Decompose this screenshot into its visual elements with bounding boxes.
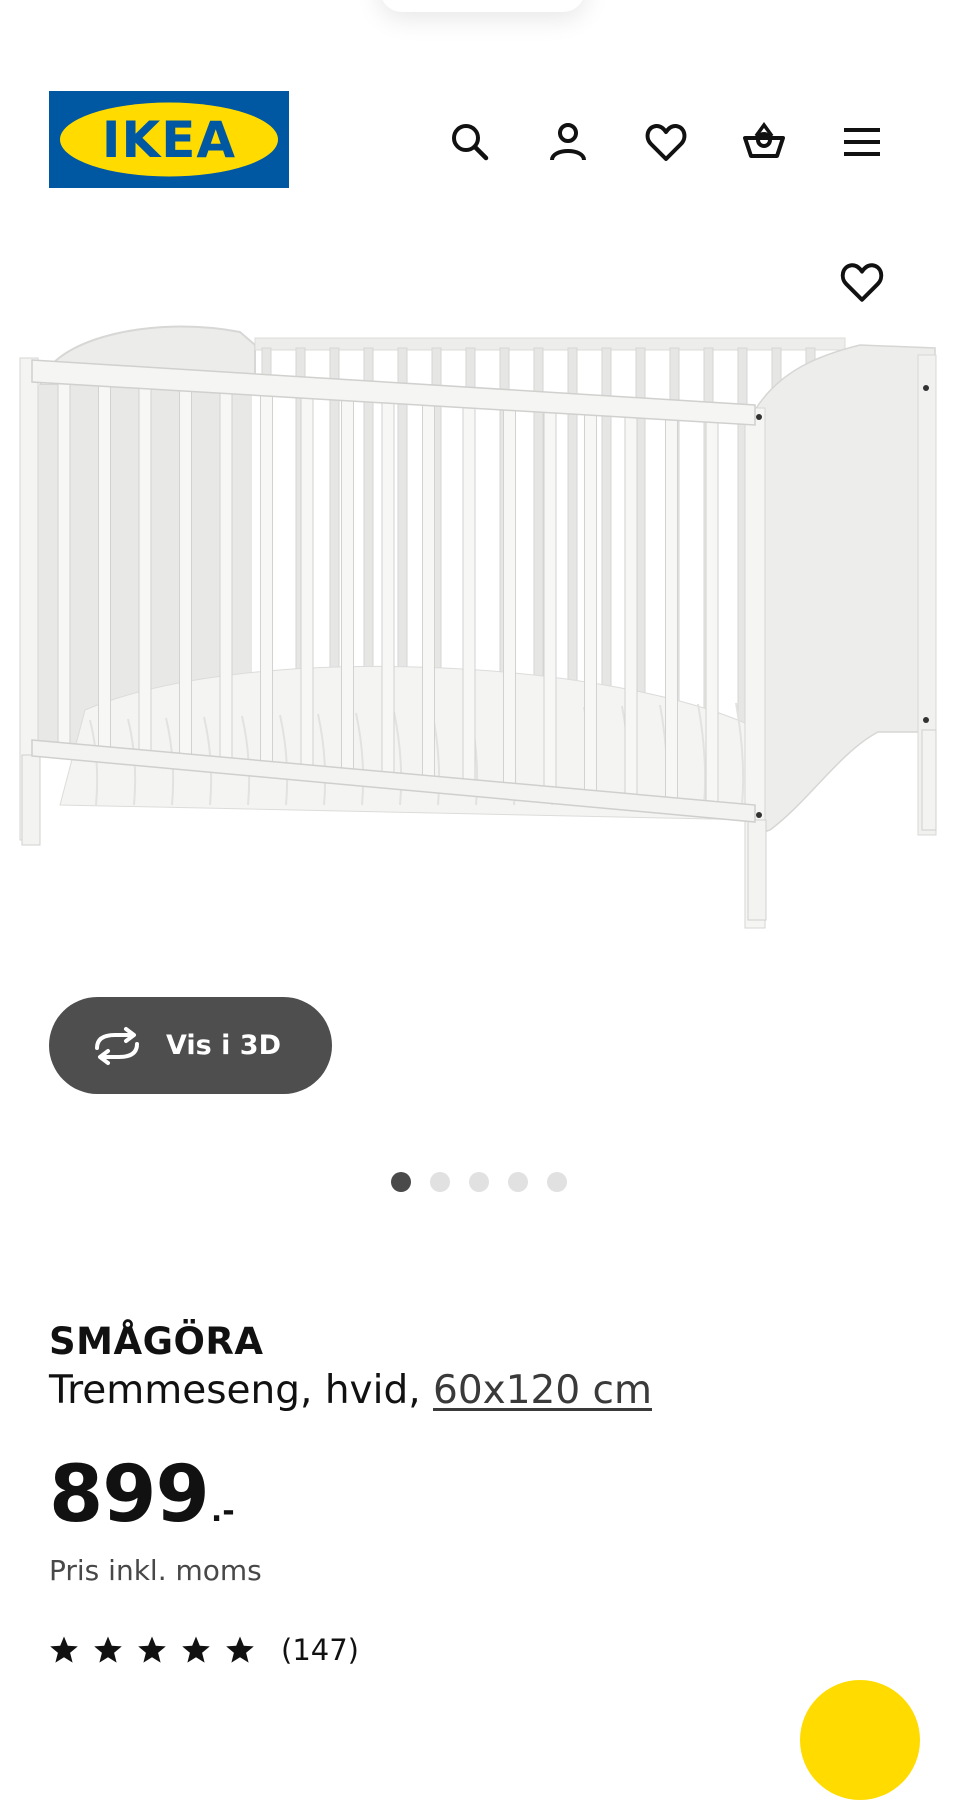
ikea-logo-text: IKEA	[102, 111, 236, 169]
top-handle	[380, 0, 585, 12]
menu-icon[interactable]	[832, 112, 892, 172]
account-icon[interactable]	[538, 112, 598, 172]
price-integer: 899	[49, 1450, 210, 1540]
chat-assistant-button[interactable]	[800, 1680, 920, 1800]
favorites-icon[interactable]	[636, 112, 696, 172]
star-icon	[94, 1636, 122, 1663]
carousel-dot[interactable]	[547, 1172, 567, 1192]
product-size-link[interactable]: 60x120 cm	[433, 1368, 652, 1413]
carousel-dot[interactable]	[430, 1172, 450, 1192]
star-icon	[50, 1636, 78, 1663]
rating-stars	[49, 1635, 269, 1665]
ikea-logo-mark: IKEA	[49, 91, 289, 188]
price-note: Pris inkl. moms	[49, 1554, 262, 1587]
product-name: SMÅGÖRA	[49, 1320, 264, 1363]
price-decimal: .-	[210, 1494, 235, 1529]
view-3d-label: Vis i 3D	[166, 1030, 282, 1061]
product-rating[interactable]: (147)	[49, 1628, 359, 1672]
star-icon	[226, 1636, 254, 1663]
product-type: Tremmeseng, hvid,	[49, 1368, 421, 1413]
product-description: Tremmeseng, hvid, 60x120 cm	[49, 1368, 652, 1413]
crib-product-image	[19, 325, 937, 929]
rotate-3d-icon	[91, 1026, 143, 1066]
ikea-logo[interactable]: IKEA	[49, 91, 289, 188]
rating-count: (147)	[281, 1633, 359, 1667]
header-actions	[440, 112, 900, 172]
product-price: 899.-	[49, 1450, 235, 1540]
view-3d-button[interactable]: Vis i 3D	[49, 997, 332, 1094]
carousel-dot[interactable]	[391, 1172, 411, 1192]
star-icon	[138, 1636, 166, 1663]
star-icon	[182, 1636, 210, 1663]
carousel-dot[interactable]	[469, 1172, 489, 1192]
cart-icon[interactable]	[734, 112, 794, 172]
carousel-dot[interactable]	[508, 1172, 528, 1192]
search-icon[interactable]	[440, 112, 500, 172]
